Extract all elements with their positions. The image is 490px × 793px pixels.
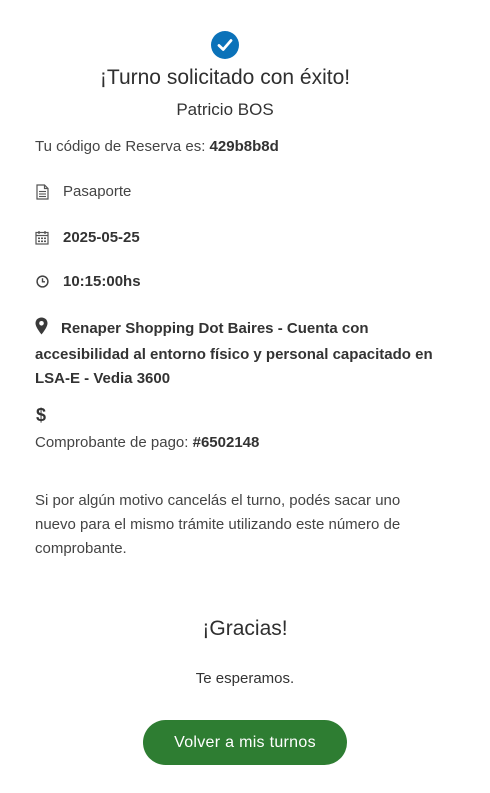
procedure-name: Pasaporte	[63, 183, 132, 200]
reservation-code: 429b8b8d	[209, 138, 279, 155]
person-name: Patricio BOS	[176, 100, 274, 119]
back-to-appointments-button[interactable]: Volver a mis turnos	[143, 720, 347, 765]
calendar-icon	[35, 230, 49, 246]
appointment-time: 10:15:00hs	[63, 273, 141, 290]
reservation-code-line: Tu código de Reserva es: 429b8b8d	[35, 138, 279, 155]
receipt-line: Comprobante de pago: #6502148	[35, 434, 259, 451]
thanks-heading: ¡Gracias!	[202, 617, 288, 640]
reservation-code-label: Tu código de Reserva es:	[35, 138, 206, 155]
receipt-label: Comprobante de pago:	[35, 434, 189, 451]
appointment-date: 2025-05-25	[63, 229, 140, 246]
cancellation-notice: Si por algún motivo cancelás el turno, p…	[35, 492, 401, 557]
page-title: ¡Turno solicitado con éxito!	[99, 66, 351, 89]
date-row: 2025-05-25	[35, 229, 140, 246]
check-circle-icon	[211, 31, 239, 59]
time-row: 10:15:00hs	[35, 273, 141, 290]
location-text: Renaper Shopping Dot Baires - Cuenta con…	[35, 320, 433, 387]
procedure-row: Pasaporte	[35, 183, 131, 200]
document-icon	[35, 183, 49, 200]
receipt-number: #6502148	[192, 434, 260, 451]
location-row: Renaper Shopping Dot Baires - Cuenta con…	[35, 317, 455, 391]
clock-icon	[35, 274, 49, 290]
confirmation-page: ¡Turno solicitado con éxito! Patricio BO…	[0, 0, 490, 793]
map-marker-icon	[35, 317, 49, 343]
wait-message: Te esperamos.	[195, 670, 295, 687]
dollar-icon: $	[36, 405, 47, 425]
